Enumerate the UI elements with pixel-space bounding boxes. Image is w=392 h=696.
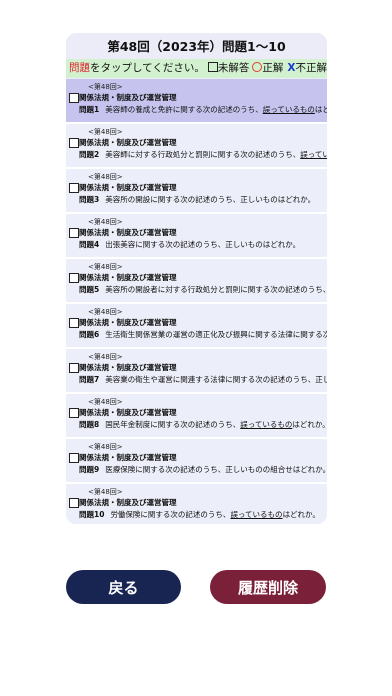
question-text-part: 医療保険に関する次の記述のうち、正しいものの組合せはどれか。 (105, 465, 327, 474)
legend-wrong: 不正解 (295, 62, 327, 74)
session-label: <第48回> (88, 353, 123, 361)
question-text: 問題2 美容師に対する行政処分と罰則に関する次の記述のうち、誤っている (79, 149, 327, 160)
category-label: 関係法規・制度及び運営管理 (79, 498, 177, 507)
session-label: <第48回> (88, 128, 123, 136)
question-text-part: 出張美容に関する次の記述のうち、正しいものはどれか。 (105, 240, 301, 249)
question-panel: 第48回（2023年）問題1〜10 問題をタップしてください。 未解答 正解 X不正解… (66, 33, 327, 524)
question-text: 問題9 医療保険に関する次の記述のうち、正しいものの組合せはどれか。 (79, 464, 327, 475)
question-text: 問題10 労働保険に関する次の記述のうち、誤っているものはどれか。 (79, 509, 320, 520)
question-text: 問題6 生活衛生関係営業の運営の適正化及び振興に関する法律に関する次の (79, 329, 327, 340)
back-button[interactable]: 戻る (66, 570, 181, 604)
unanswered-checkbox-icon (69, 273, 79, 283)
question-text-underlined: 誤っている (300, 150, 327, 159)
question-text-part: 美容業の衛生や運営に関連する法律に関する次の記述のうち、正しい (105, 375, 327, 384)
unanswered-checkbox-icon (69, 183, 79, 193)
session-label: <第48回> (88, 83, 123, 91)
question-item[interactable]: <第48回> 関係法規・制度及び運営管理 問題2 美容師に対する行政処分と罰則に関する… (66, 124, 327, 169)
question-item[interactable]: <第48回> 関係法規・制度及び運営管理 問題5 美容所の開設者に対する行政処分と罰則… (66, 259, 327, 304)
question-item[interactable]: <第48回> 関係法規・制度及び運営管理 問題1 美容師の養成と免許に関する次の記述の… (66, 79, 327, 124)
legend-instruction: をタップしてください。 (90, 62, 205, 74)
question-item[interactable]: <第48回> 関係法規・制度及び運営管理 問題3 美容所の開設に関する次の記述のうち、… (66, 169, 327, 214)
question-text-tail: はどれ (314, 105, 327, 114)
question-text: 問題4 出張美容に関する次の記述のうち、正しいものはどれか。 (79, 239, 300, 250)
question-item[interactable]: <第48回> 関係法規・制度及び運営管理 問題9 医療保険に関する次の記述のうち、正し… (66, 439, 327, 484)
page-title: 第48回（2023年）問題1〜10 (107, 39, 286, 54)
unanswered-checkbox-icon (69, 498, 79, 508)
legend-tap-word: 問題 (69, 62, 90, 74)
category-label: 関係法規・制度及び運営管理 (79, 453, 177, 462)
session-label: <第48回> (88, 218, 123, 226)
unanswered-checkbox-icon (69, 408, 79, 418)
session-label: <第48回> (88, 173, 123, 181)
question-text-part: 美容所の開設者に対する行政処分と罰則に関する次の記述のうち、正 (105, 285, 327, 294)
question-text-tail: はどれか。 (292, 420, 327, 429)
session-label: <第48回> (88, 263, 123, 271)
legend-unanswered: 未解答 (217, 62, 250, 74)
question-number: 問題6 (79, 330, 100, 339)
question-text-part: 美容師に対する行政処分と罰則に関する次の記述のうち、 (105, 150, 301, 159)
category-label: 関係法規・制度及び運営管理 (79, 228, 177, 237)
question-number: 問題8 (79, 420, 100, 429)
question-text: 問題5 美容所の開設者に対する行政処分と罰則に関する次の記述のうち、正 (79, 284, 327, 295)
question-number: 問題1 (79, 105, 100, 114)
unanswered-checkbox-icon (69, 138, 79, 148)
question-item[interactable]: <第48回> 関係法規・制度及び運営管理 問題7 美容業の衛生や運営に関連する法律に関… (66, 349, 327, 394)
category-label: 関係法規・制度及び運営管理 (79, 138, 177, 147)
question-number: 問題5 (79, 285, 100, 294)
question-item[interactable]: <第48回> 関係法規・制度及び運営管理 問題10 労働保険に関する次の記述のうち、誤… (66, 484, 327, 524)
question-text: 問題8 国民年金制度に関する次の記述のうち、誤っているものはどれか。 (79, 419, 327, 430)
delete-history-button[interactable]: 履歴削除 (210, 570, 326, 604)
question-text-underlined: 誤っているもの (230, 510, 283, 519)
session-label: <第48回> (88, 443, 123, 451)
unanswered-checkbox-icon (69, 228, 79, 238)
legend-correct: 正解 (262, 62, 284, 74)
question-number: 問題7 (79, 375, 100, 384)
unanswered-checkbox-icon (69, 318, 79, 328)
question-text-underlined: 誤っているもの (262, 105, 315, 114)
question-number: 問題4 (79, 240, 100, 249)
category-label: 関係法規・制度及び運営管理 (79, 318, 177, 327)
legend-bar: 問題をタップしてください。 未解答 正解 X不正解 (66, 59, 327, 78)
category-label: 関係法規・制度及び運営管理 (79, 408, 177, 417)
question-item[interactable]: <第48回> 関係法規・制度及び運営管理 問題8 国民年金制度に関する次の記述のうち、… (66, 394, 327, 439)
correct-circle-icon (252, 62, 263, 72)
session-label: <第48回> (88, 308, 123, 316)
question-number: 問題2 (79, 150, 100, 159)
question-text-part: 生活衛生関係営業の運営の適正化及び振興に関する法律に関する次の (105, 330, 327, 339)
category-label: 関係法規・制度及び運営管理 (79, 273, 177, 282)
question-text: 問題1 美容師の養成と免許に関する次の記述のうち、誤っているものはどれ (79, 104, 327, 115)
question-text-part: 国民年金制度に関する次の記述のうち、 (105, 420, 241, 429)
session-label: <第48回> (88, 398, 123, 406)
question-number: 問題9 (79, 465, 100, 474)
question-item[interactable]: <第48回> 関係法規・制度及び運営管理 問題6 生活衛生関係営業の運営の適正化及び振… (66, 304, 327, 349)
category-label: 関係法規・制度及び運営管理 (79, 363, 177, 372)
unanswered-box-icon (207, 62, 218, 72)
question-list: <第48回> 関係法規・制度及び運営管理 問題1 美容師の養成と免許に関する次の記述の… (66, 79, 327, 524)
session-label: <第48回> (88, 488, 123, 496)
category-label: 関係法規・制度及び運営管理 (79, 93, 177, 102)
question-number: 問題10 (79, 510, 105, 519)
question-item[interactable]: <第48回> 関係法規・制度及び運営管理 問題4 出張美容に関する次の記述のうち、正し… (66, 214, 327, 259)
question-text: 問題7 美容業の衛生や運営に関連する法律に関する次の記述のうち、正しい (79, 374, 327, 385)
question-text-part: 美容師の養成と免許に関する次の記述のうち、 (105, 105, 263, 114)
question-text-part: 労働保険に関する次の記述のうち、 (110, 510, 231, 519)
unanswered-checkbox-icon (69, 453, 79, 463)
question-number: 問題3 (79, 195, 100, 204)
question-text-part: 美容所の開設に関する次の記述のうち、正しいものはどれか。 (105, 195, 316, 204)
unanswered-checkbox-icon (69, 93, 79, 103)
question-text-tail: はどれか。 (282, 510, 320, 519)
unanswered-checkbox-icon (69, 363, 79, 373)
category-label: 関係法規・制度及び運営管理 (79, 183, 177, 192)
question-text: 問題3 美容所の開設に関する次の記述のうち、正しいものはどれか。 (79, 194, 315, 205)
question-text-underlined: 誤っているもの (240, 420, 293, 429)
